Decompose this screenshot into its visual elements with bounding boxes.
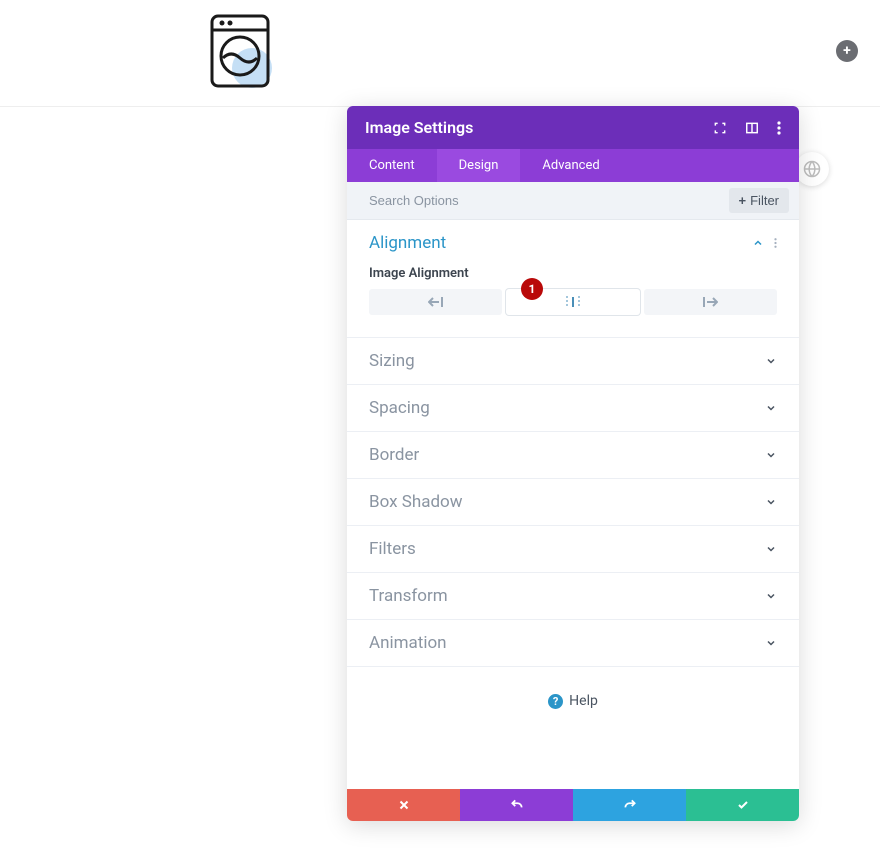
section-alignment: Alignment Image Alignment 1 [347,220,799,338]
chevron-down-icon [765,634,777,653]
section-title: Box Shadow [369,492,765,512]
section-title: Transform [369,586,765,606]
tabs: Content Design Advanced [347,149,799,182]
chevron-up-icon [752,234,764,253]
kebab-icon[interactable] [774,234,777,253]
filter-label: Filter [750,193,779,208]
section-sizing: Sizing [347,338,799,385]
section-transform-header[interactable]: Transform [347,573,799,619]
align-left-icon [428,297,444,307]
plus-icon: + [739,193,747,208]
align-center-icon [565,296,581,308]
modal-title: Image Settings [365,118,713,137]
close-icon [398,799,410,811]
undo-button[interactable] [460,789,573,821]
section-title: Animation [369,633,765,653]
section-filters-header[interactable]: Filters [347,526,799,572]
section-box-shadow: Box Shadow [347,479,799,526]
help-label: Help [569,693,598,709]
section-box-shadow-header[interactable]: Box Shadow [347,479,799,525]
filter-button[interactable]: + Filter [729,188,789,213]
chevron-down-icon [765,540,777,559]
align-right-button[interactable] [644,289,777,315]
image-settings-modal: Image Settings Co [347,106,799,821]
search-input[interactable] [369,193,729,208]
section-animation-header[interactable]: Animation [347,620,799,666]
alignment-body: Image Alignment 1 [347,266,799,337]
section-transform: Transform [347,573,799,620]
section-spacing-header[interactable]: Spacing [347,385,799,431]
expand-corners-icon[interactable] [713,121,727,135]
globe-icon [803,160,821,178]
help-icon: ? [548,694,563,709]
section-spacing: Spacing [347,385,799,432]
tab-advanced[interactable]: Advanced [520,149,621,182]
section-animation: Animation [347,620,799,667]
search-row: + Filter [347,182,799,220]
canvas-area [0,0,880,107]
tab-design[interactable]: Design [437,149,521,182]
globe-button[interactable] [795,152,829,186]
tab-content[interactable]: Content [347,149,437,182]
cancel-button[interactable] [347,789,460,821]
modal-footer [347,789,799,821]
section-title: Filters [369,539,765,559]
add-element-button[interactable]: + [836,40,858,62]
align-right-icon [702,297,718,307]
columns-icon[interactable] [745,121,759,135]
undo-icon [510,798,524,812]
spacer [347,739,799,789]
redo-button[interactable] [573,789,686,821]
section-border-header[interactable]: Border [347,432,799,478]
section-title: Sizing [369,351,765,371]
section-filters: Filters [347,526,799,573]
section-border: Border [347,432,799,479]
redo-icon [623,798,637,812]
section-title: Alignment [369,233,752,253]
chevron-down-icon [765,399,777,418]
section-sizing-header[interactable]: Sizing [347,338,799,384]
align-left-button[interactable] [369,289,502,315]
chevron-down-icon [765,446,777,465]
check-icon [736,799,750,811]
modal-header: Image Settings [347,106,799,149]
step-badge-1: 1 [521,278,543,300]
alignment-buttons: 1 [369,289,777,315]
save-button[interactable] [686,789,799,821]
help-link[interactable]: ? Help [347,667,799,739]
chevron-down-icon [765,587,777,606]
section-title: Spacing [369,398,765,418]
kebab-icon[interactable] [777,121,781,135]
plus-icon: + [843,43,851,59]
chevron-down-icon [765,352,777,371]
washer-icon [208,14,274,94]
section-alignment-header[interactable]: Alignment [347,220,799,266]
image-alignment-label: Image Alignment [369,266,777,281]
chevron-down-icon [765,493,777,512]
section-title: Border [369,445,765,465]
